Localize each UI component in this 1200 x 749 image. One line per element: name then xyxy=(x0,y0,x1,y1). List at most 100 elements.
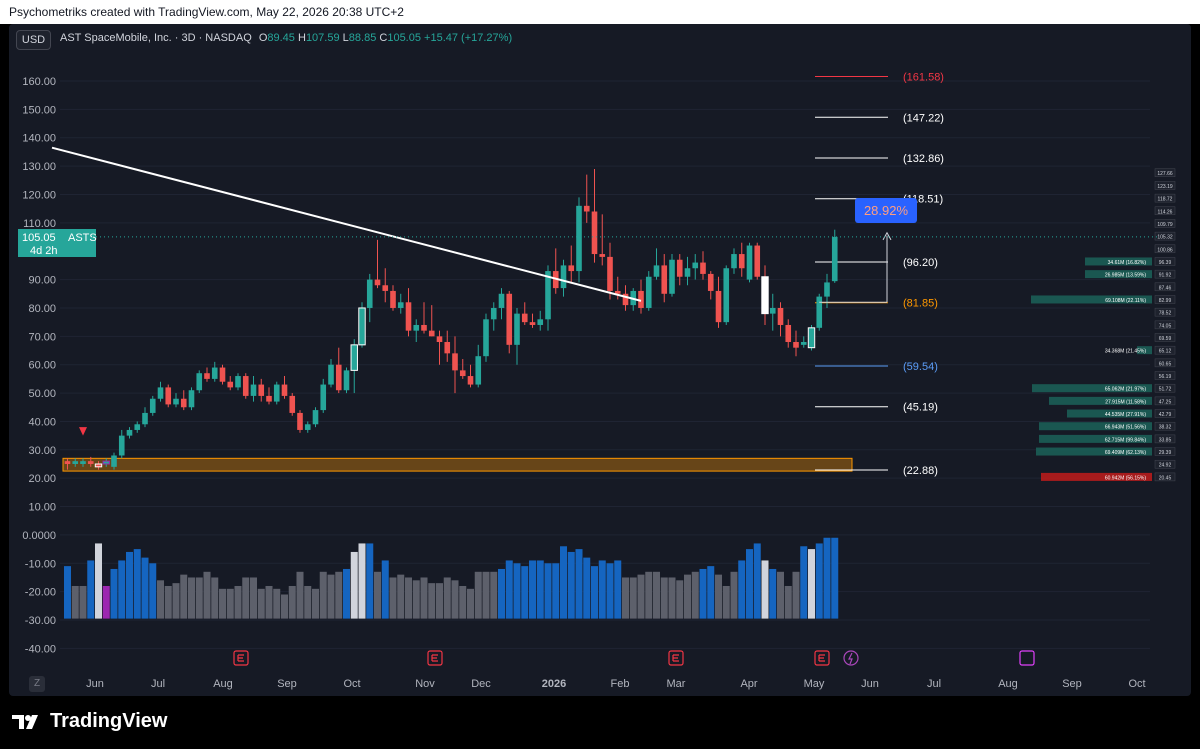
candle[interactable] xyxy=(808,327,815,348)
candle[interactable] xyxy=(328,364,334,385)
candle[interactable] xyxy=(87,461,94,464)
candle[interactable] xyxy=(320,384,327,411)
candle[interactable] xyxy=(80,461,86,464)
candle[interactable] xyxy=(537,319,544,325)
candle[interactable] xyxy=(366,279,373,308)
candle[interactable] xyxy=(413,324,420,331)
candle[interactable] xyxy=(731,254,737,269)
candle[interactable] xyxy=(754,245,761,277)
candle[interactable] xyxy=(560,265,567,289)
candle[interactable] xyxy=(568,265,575,272)
candle[interactable] xyxy=(258,384,265,396)
candle[interactable] xyxy=(64,461,71,464)
candle[interactable] xyxy=(142,412,148,425)
candle[interactable] xyxy=(405,302,412,331)
candle[interactable] xyxy=(498,293,505,308)
candle[interactable] xyxy=(157,387,164,399)
candle[interactable] xyxy=(700,262,706,274)
candle[interactable] xyxy=(607,256,613,291)
candle[interactable] xyxy=(653,265,660,277)
earnings-future-icon[interactable] xyxy=(1019,650,1035,666)
candle[interactable] xyxy=(684,268,691,277)
candle[interactable] xyxy=(824,282,830,297)
candle[interactable] xyxy=(165,387,172,405)
candle[interactable] xyxy=(343,370,350,391)
candle[interactable] xyxy=(800,342,807,345)
candle[interactable] xyxy=(692,262,699,269)
z-button[interactable]: Z xyxy=(29,676,45,692)
candle[interactable] xyxy=(180,398,187,408)
candle[interactable] xyxy=(816,296,823,328)
candle[interactable] xyxy=(428,330,435,337)
candle[interactable] xyxy=(188,390,195,408)
candle[interactable] xyxy=(459,370,466,377)
candle[interactable] xyxy=(452,353,458,371)
candle[interactable] xyxy=(266,395,272,402)
candle[interactable] xyxy=(374,279,381,286)
candle[interactable] xyxy=(521,313,528,323)
candle[interactable] xyxy=(235,376,241,388)
candle[interactable] xyxy=(250,384,257,396)
candle[interactable] xyxy=(436,336,443,343)
candle[interactable] xyxy=(351,344,358,371)
candle[interactable] xyxy=(583,205,590,212)
candle[interactable] xyxy=(211,367,218,379)
candle[interactable] xyxy=(506,293,513,345)
candle[interactable] xyxy=(304,424,311,430)
chart-svg[interactable]: (161.58)(147.22)(132.86)(118.51)(96.20)(… xyxy=(0,0,1200,749)
candle[interactable] xyxy=(723,268,730,323)
candle[interactable] xyxy=(273,384,280,402)
tradingview-brand[interactable]: TradingView xyxy=(10,710,167,733)
candle[interactable] xyxy=(312,410,319,425)
candle[interactable] xyxy=(72,461,79,464)
candle[interactable] xyxy=(715,290,722,323)
candle[interactable] xyxy=(219,367,226,382)
highlight-candle[interactable] xyxy=(761,276,769,315)
candle[interactable] xyxy=(669,259,675,294)
candle[interactable] xyxy=(483,319,489,357)
candle[interactable] xyxy=(390,290,396,308)
candle[interactable] xyxy=(793,342,799,348)
candle[interactable] xyxy=(529,322,536,325)
candle[interactable] xyxy=(514,313,520,345)
candle[interactable] xyxy=(444,342,451,354)
candle[interactable] xyxy=(591,211,598,255)
volume-bar xyxy=(436,583,443,619)
candle[interactable] xyxy=(359,307,365,345)
candle[interactable] xyxy=(281,384,288,396)
candle[interactable] xyxy=(149,398,156,413)
candle[interactable] xyxy=(746,245,753,280)
candle[interactable] xyxy=(382,285,389,291)
candle[interactable] xyxy=(576,205,582,272)
candle[interactable] xyxy=(118,435,125,456)
candle[interactable] xyxy=(242,376,249,396)
trendline[interactable] xyxy=(51,146,642,302)
currency-button[interactable]: USD xyxy=(16,30,51,50)
candle[interactable] xyxy=(769,307,776,314)
candle[interactable] xyxy=(707,273,714,291)
candle[interactable] xyxy=(173,398,179,405)
candle[interactable] xyxy=(661,265,668,294)
candle[interactable] xyxy=(227,381,234,388)
candle[interactable] xyxy=(397,302,404,308)
candle[interactable] xyxy=(111,455,117,467)
candle[interactable] xyxy=(335,364,342,391)
candle[interactable] xyxy=(676,259,683,277)
candle[interactable] xyxy=(785,324,792,343)
candle[interactable] xyxy=(738,254,745,269)
candle[interactable] xyxy=(831,236,838,282)
candle[interactable] xyxy=(475,356,482,385)
candle[interactable] xyxy=(467,376,474,385)
candle[interactable] xyxy=(545,271,551,320)
candle[interactable] xyxy=(599,254,606,257)
candle[interactable] xyxy=(421,324,427,331)
candle[interactable] xyxy=(204,373,210,379)
candle[interactable] xyxy=(134,424,141,430)
candle[interactable] xyxy=(777,307,784,325)
candle[interactable] xyxy=(289,395,296,413)
candle[interactable] xyxy=(297,412,303,430)
candle[interactable] xyxy=(196,373,203,391)
candle[interactable] xyxy=(490,307,497,320)
candle[interactable] xyxy=(126,429,133,436)
candle[interactable] xyxy=(645,276,652,308)
